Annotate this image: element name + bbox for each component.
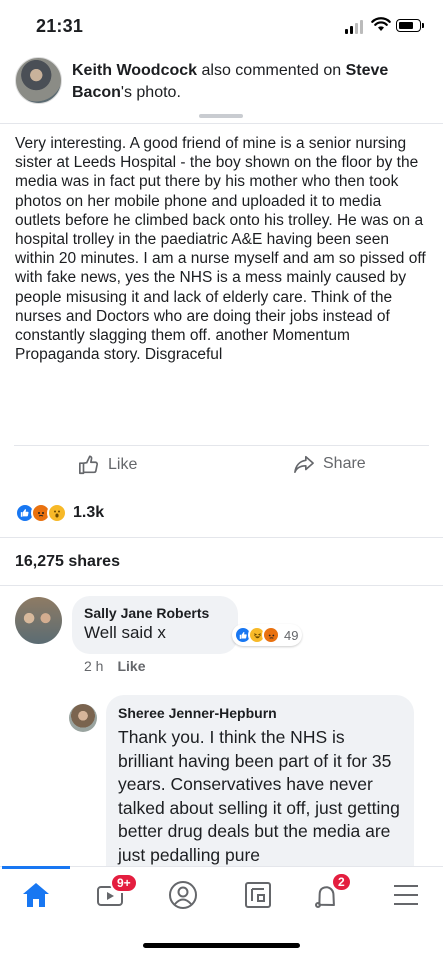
reactions-summary[interactable]: 1.3k [15,503,104,523]
profile-icon [169,881,197,909]
like-label: Like [108,456,138,473]
reply-bubble[interactable]: Sheree Jenner-Hepburn Thank you. I think… [106,695,414,895]
tab-home[interactable] [14,877,58,913]
tab-watch[interactable]: 9+ [88,873,138,913]
comment-reactions[interactable]: 49 [232,624,303,646]
notification-header: Keith Woodcock also commented on Steve B… [0,56,443,126]
avatar[interactable] [15,57,62,104]
thumbs-up-icon [79,455,98,475]
notifications-badge: 2 [331,872,352,892]
comment-author[interactable]: Sally Jane Roberts [84,605,226,622]
author-name[interactable]: Keith Woodcock [72,62,197,79]
reply-author[interactable]: Sheree Jenner-Hepburn [118,705,402,722]
battery-icon [396,19,424,32]
signal-icon [345,20,363,34]
status-time: 21:31 [36,16,84,36]
tab-menu[interactable] [384,877,428,913]
divider [14,445,429,446]
active-tab-indicator [2,866,70,869]
divider [0,537,443,538]
reaction-count: 1.3k [73,504,105,521]
like-button[interactable]: Like [78,454,137,476]
drag-handle[interactable] [199,114,243,118]
reply-avatar[interactable] [69,704,97,732]
home-icon [23,883,49,907]
wow-icon [47,503,67,523]
reply-text: Thank you. I think the NHS is brilliant … [118,727,400,865]
share-arrow-icon [294,455,314,473]
header-text: Keith Woodcock also commented on Steve B… [72,60,422,104]
divider [0,123,443,124]
comment-like-button[interactable]: Like [117,658,145,674]
tab-groups[interactable] [236,877,280,913]
share-button[interactable]: Share [293,454,366,474]
header-mid-text: also commented on [197,62,346,79]
home-indicator[interactable] [143,943,300,948]
share-label: Share [323,455,366,472]
comment-timestamp: 2 h [84,658,104,674]
tab-notifications[interactable]: 2 [303,872,352,913]
status-bar: 21:31 [0,0,443,52]
divider [0,585,443,586]
comment-meta: 2 h Like [84,658,145,674]
share-count[interactable]: 16,275 shares [15,553,120,571]
watch-badge: 9+ [110,873,138,893]
post-text: Very interesting. A good friend of mine … [15,135,426,364]
groups-icon [245,882,271,908]
tab-profile[interactable] [161,877,205,913]
wifi-icon [371,17,391,31]
header-suffix: 's photo. [120,84,181,101]
angry-icon [262,626,280,644]
comment-bubble[interactable]: Sally Jane Roberts Well said x [72,596,238,654]
comment-avatar[interactable] [15,597,62,644]
menu-icon [394,885,418,905]
comment-text: Well said x [84,623,166,642]
comment-reaction-count: 49 [284,627,299,643]
